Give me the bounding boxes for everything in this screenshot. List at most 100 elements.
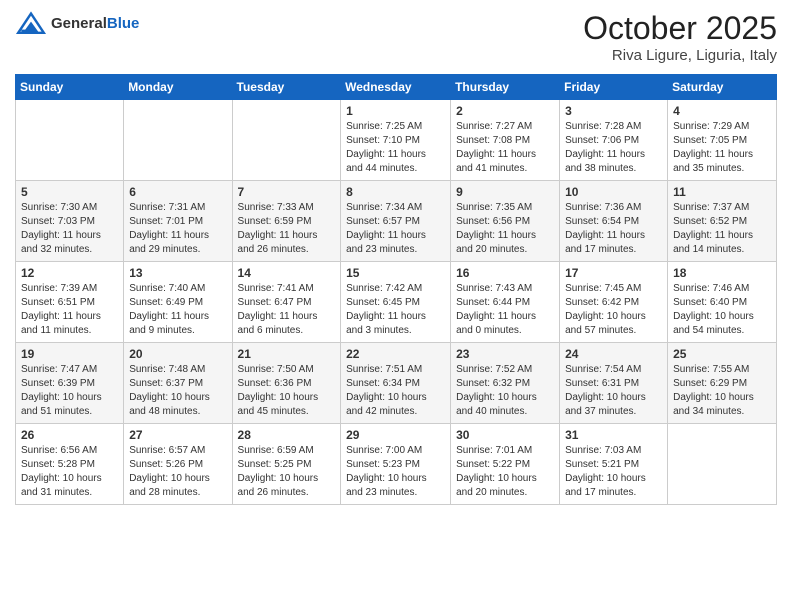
calendar-week-row: 26Sunrise: 6:56 AM Sunset: 5:28 PM Dayli… [16,424,777,505]
calendar-cell: 9Sunrise: 7:35 AM Sunset: 6:56 PM Daylig… [451,181,560,262]
calendar-cell: 21 Sunrise: 7:50 AM Sunset: 6:36 PM Dayli… [232,343,341,424]
day-info: Sunrise: 7:46 AM Sunset: 6:40 PM Dayligh… [673,282,771,338]
day-number: 29 [346,428,445,442]
day-of-week-header: Tuesday [232,75,341,100]
calendar-cell: 1 Sunrise: 7:25 AM Sunset: 7:10 PM Daylig… [341,100,451,181]
calendar-cell: 31 Sunrise: 7:03 AM Sunset: 5:21 PM Dayli… [560,424,668,505]
day-info: Sunrise: 7:43 AM Sunset: 6:44 PM Dayligh… [456,282,554,338]
day-number: 1 [346,104,445,118]
calendar-cell: 6 Sunrise: 7:31 AM Sunset: 7:01 PM Daylig… [124,181,232,262]
calendar-cell: 13Sunrise: 7:40 AM Sunset: 6:49 PM Dayli… [124,262,232,343]
calendar-cell: 20Sunrise: 7:48 AM Sunset: 6:37 PM Dayli… [124,343,232,424]
calendar-cell: 25 Sunrise: 7:55 AM Sunset: 6:29 PM Dayli… [668,343,777,424]
day-number: 7 [238,185,336,199]
day-info: Sunrise: 7:41 AM Sunset: 6:47 PM Dayligh… [238,282,336,338]
calendar-cell: 16 Sunrise: 7:43 AM Sunset: 6:44 PM Dayli… [451,262,560,343]
page: GeneralBlue October 2025 Riva Ligure, Li… [0,0,792,520]
day-number: 19 [21,347,118,361]
day-number: 21 [238,347,336,361]
day-number: 27 [129,428,226,442]
calendar-cell: 2Sunrise: 7:27 AM Sunset: 7:08 PM Daylig… [451,100,560,181]
calendar-cell: 19 Sunrise: 7:47 AM Sunset: 6:39 PM Dayli… [16,343,124,424]
day-number: 8 [346,185,445,199]
day-number: 5 [21,185,118,199]
day-number: 14 [238,266,336,280]
day-info: Sunrise: 6:59 AM Sunset: 5:25 PM Dayligh… [238,444,336,500]
day-number: 23 [456,347,554,361]
day-info: Sunrise: 7:52 AM Sunset: 6:32 PM Dayligh… [456,363,554,419]
day-number: 22 [346,347,445,361]
day-number: 6 [129,185,226,199]
day-info: Sunrise: 6:57 AM Sunset: 5:26 PM Dayligh… [129,444,226,500]
location: Riva Ligure, Liguria, Italy [583,47,777,64]
day-of-week-header: Sunday [16,75,124,100]
title-block: October 2025 Riva Ligure, Liguria, Italy [583,10,777,64]
day-info: Sunrise: 7:54 AM Sunset: 6:31 PM Dayligh… [565,363,662,419]
day-number: 20 [129,347,226,361]
day-number: 13 [129,266,226,280]
day-info: Sunrise: 7:47 AM Sunset: 6:39 PM Dayligh… [21,363,118,419]
calendar-cell [668,424,777,505]
day-number: 16 [456,266,554,280]
calendar-cell: 23 Sunrise: 7:52 AM Sunset: 6:32 PM Dayli… [451,343,560,424]
calendar-cell [124,100,232,181]
day-of-week-header: Thursday [451,75,560,100]
logo-icon [15,10,47,38]
day-number: 12 [21,266,118,280]
calendar-cell [16,100,124,181]
day-number: 4 [673,104,771,118]
day-info: Sunrise: 7:03 AM Sunset: 5:21 PM Dayligh… [565,444,662,500]
calendar-cell: 4 Sunrise: 7:29 AM Sunset: 7:05 PM Daylig… [668,100,777,181]
day-info: Sunrise: 7:39 AM Sunset: 6:51 PM Dayligh… [21,282,118,338]
day-number: 30 [456,428,554,442]
calendar-cell: 26Sunrise: 6:56 AM Sunset: 5:28 PM Dayli… [16,424,124,505]
day-number: 17 [565,266,662,280]
day-number: 3 [565,104,662,118]
day-of-week-header: Wednesday [341,75,451,100]
calendar-cell: 14 Sunrise: 7:41 AM Sunset: 6:47 PM Dayli… [232,262,341,343]
month-title: October 2025 [583,10,777,47]
day-info: Sunrise: 7:45 AM Sunset: 6:42 PM Dayligh… [565,282,662,338]
calendar-week-row: 1 Sunrise: 7:25 AM Sunset: 7:10 PM Daylig… [16,100,777,181]
calendar-cell: 28Sunrise: 6:59 AM Sunset: 5:25 PM Dayli… [232,424,341,505]
day-info: Sunrise: 7:36 AM Sunset: 6:54 PM Dayligh… [565,201,662,257]
day-info: Sunrise: 7:51 AM Sunset: 6:34 PM Dayligh… [346,363,445,419]
day-number: 31 [565,428,662,442]
calendar-cell: 7Sunrise: 7:33 AM Sunset: 6:59 PM Daylig… [232,181,341,262]
calendar-cell: 30 Sunrise: 7:01 AM Sunset: 5:22 PM Dayli… [451,424,560,505]
calendar-week-row: 5 Sunrise: 7:30 AM Sunset: 7:03 PM Daylig… [16,181,777,262]
day-info: Sunrise: 7:00 AM Sunset: 5:23 PM Dayligh… [346,444,445,500]
day-info: Sunrise: 7:01 AM Sunset: 5:22 PM Dayligh… [456,444,554,500]
day-number: 10 [565,185,662,199]
logo-general: General [51,15,107,32]
day-number: 11 [673,185,771,199]
calendar-cell: 15Sunrise: 7:42 AM Sunset: 6:45 PM Dayli… [341,262,451,343]
calendar-cell: 17 Sunrise: 7:45 AM Sunset: 6:42 PM Dayli… [560,262,668,343]
calendar-cell: 10 Sunrise: 7:36 AM Sunset: 6:54 PM Dayli… [560,181,668,262]
day-number: 25 [673,347,771,361]
day-info: Sunrise: 6:56 AM Sunset: 5:28 PM Dayligh… [21,444,118,500]
day-number: 24 [565,347,662,361]
day-info: Sunrise: 7:50 AM Sunset: 6:36 PM Dayligh… [238,363,336,419]
calendar-cell: 12 Sunrise: 7:39 AM Sunset: 6:51 PM Dayli… [16,262,124,343]
calendar-week-row: 19 Sunrise: 7:47 AM Sunset: 6:39 PM Dayli… [16,343,777,424]
day-info: Sunrise: 7:30 AM Sunset: 7:03 PM Dayligh… [21,201,118,257]
calendar-cell [232,100,341,181]
day-number: 2 [456,104,554,118]
day-number: 15 [346,266,445,280]
day-number: 18 [673,266,771,280]
day-info: Sunrise: 7:29 AM Sunset: 7:05 PM Dayligh… [673,120,771,176]
day-of-week-header: Saturday [668,75,777,100]
calendar-header-row: SundayMondayTuesdayWednesdayThursdayFrid… [16,75,777,100]
calendar-cell: 27 Sunrise: 6:57 AM Sunset: 5:26 PM Dayli… [124,424,232,505]
calendar: SundayMondayTuesdayWednesdayThursdayFrid… [15,74,777,505]
calendar-cell: 29 Sunrise: 7:00 AM Sunset: 5:23 PM Dayli… [341,424,451,505]
day-info: Sunrise: 7:34 AM Sunset: 6:57 PM Dayligh… [346,201,445,257]
calendar-week-row: 12 Sunrise: 7:39 AM Sunset: 6:51 PM Dayli… [16,262,777,343]
day-info: Sunrise: 7:25 AM Sunset: 7:10 PM Dayligh… [346,120,445,176]
day-info: Sunrise: 7:55 AM Sunset: 6:29 PM Dayligh… [673,363,771,419]
logo-text: GeneralBlue [51,16,139,33]
logo: GeneralBlue [15,10,139,38]
day-info: Sunrise: 7:31 AM Sunset: 7:01 PM Dayligh… [129,201,226,257]
calendar-cell: 22 Sunrise: 7:51 AM Sunset: 6:34 PM Dayli… [341,343,451,424]
